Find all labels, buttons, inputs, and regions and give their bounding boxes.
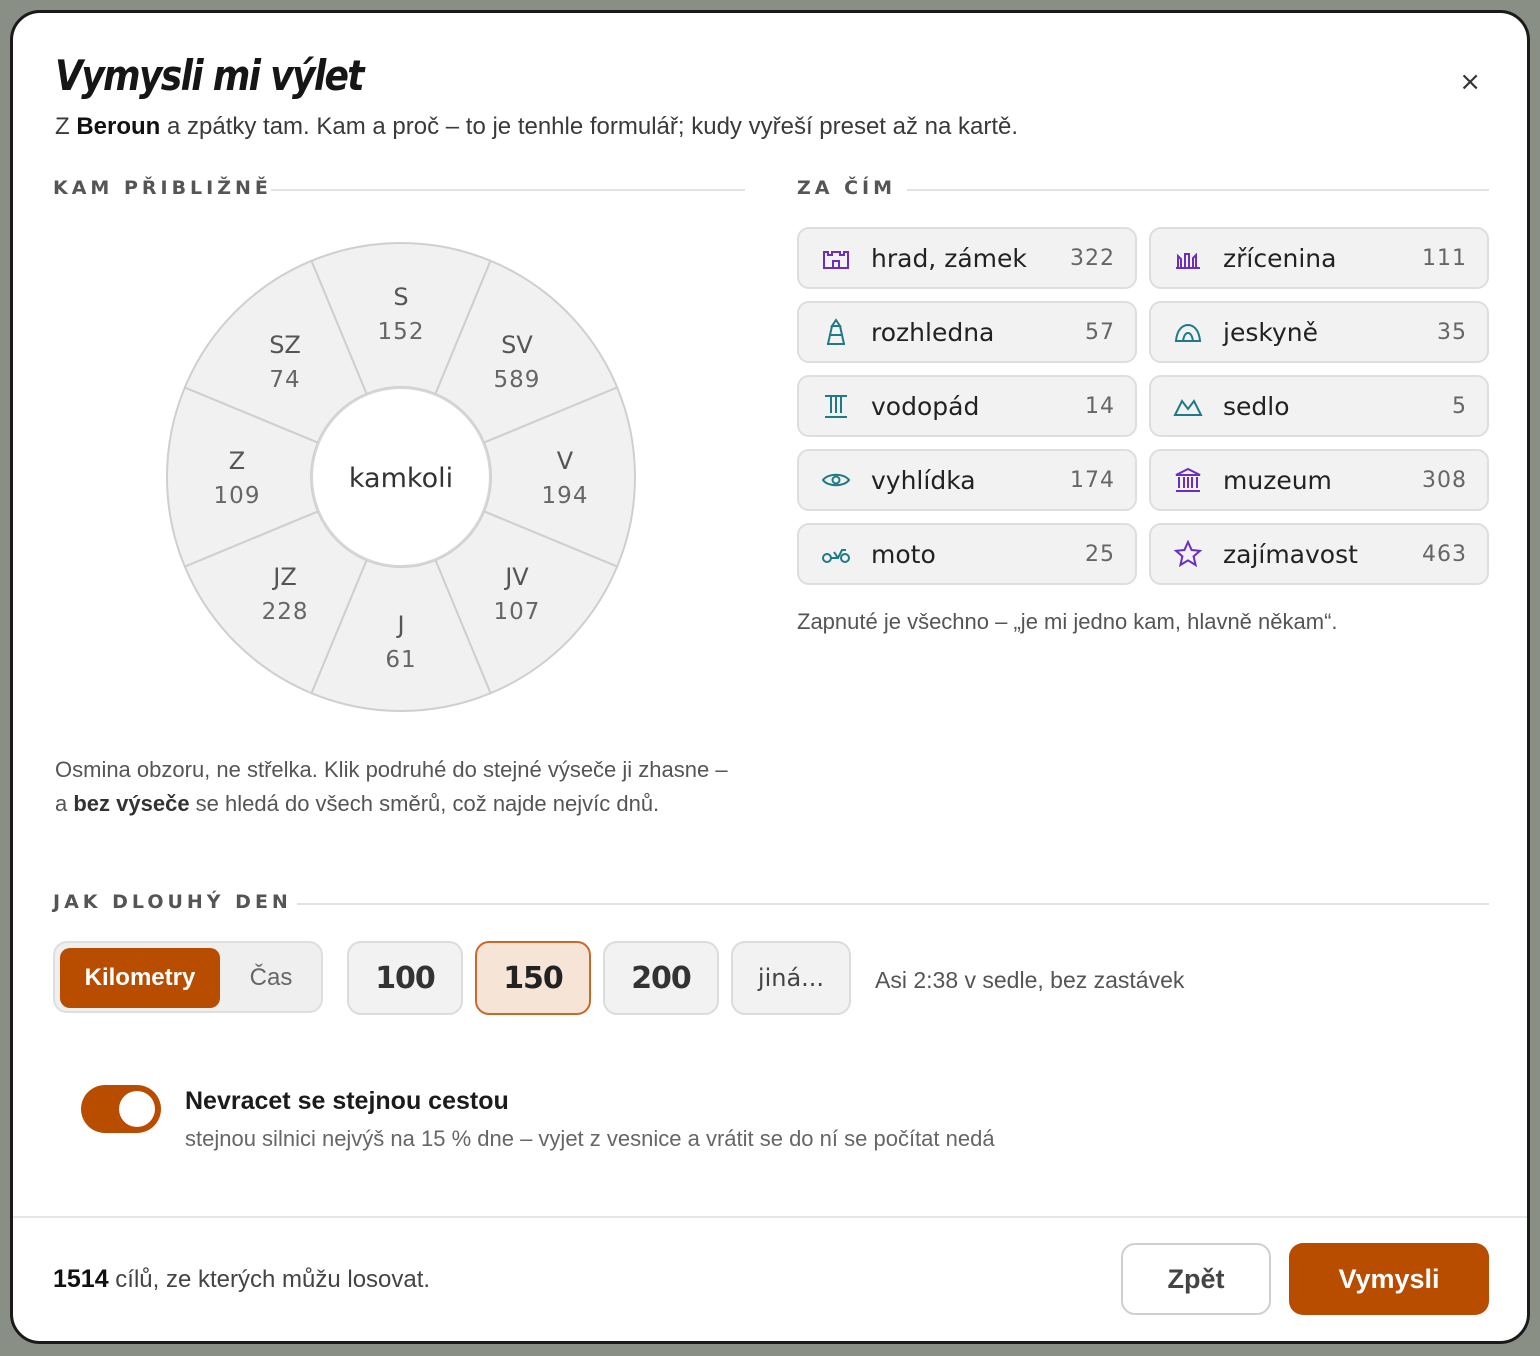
target-count-number: 1514 [53,1265,109,1293]
length-section-divider [297,903,1489,905]
generate-button[interactable]: Vymysli [1289,1243,1489,1315]
direction-sector-count: 152 [378,319,425,345]
star-icon [1173,539,1203,569]
category-castle[interactable]: hrad, zámek 322 [797,227,1137,289]
switch-knob [119,1091,155,1127]
category-waterfall[interactable]: vodopád 14 [797,375,1137,437]
length-mode-toggle: Kilometry Čas [53,941,323,1013]
length-section-label: JAK DLOUHÝ DEN [53,891,292,913]
subtitle-prefix: Z [55,113,77,140]
waterfall-icon [821,391,851,421]
category-ruin[interactable]: zřícenina 111 [1149,227,1489,289]
direction-section-label: KAM PŘIBLIŽNĚ [53,177,272,199]
category-lookout-tower[interactable]: rozhledna 57 [797,301,1137,363]
motorcycle-icon [821,539,851,569]
category-cave[interactable]: jeskyně 35 [1149,301,1489,363]
category-label: rozhledna [871,317,995,347]
close-icon[interactable]: × [1459,67,1481,97]
category-count: 111 [1422,245,1467,271]
direction-hint: Osmina obzoru, ne střelka. Klik podruhé … [55,753,735,821]
category-label: zřícenina [1223,243,1337,273]
mountain-pass-icon [1173,391,1203,421]
hint-part2: se hledá do všech směrů, což najde nejví… [189,791,660,816]
direction-sector-label: J [395,611,404,639]
subtitle-place: Beroun [76,113,161,140]
direction-sector-label: SZ [269,331,301,359]
category-label: moto [871,539,936,569]
direction-sector-count: 74 [269,367,300,393]
category-label: zajímavost [1223,539,1358,569]
direction-sector-count: 61 [385,647,416,673]
mode-kilometers-button[interactable]: Kilometry [60,948,220,1008]
subtitle-rest: a zpátky tam. Kam a proč – to je tenhle … [160,113,1019,140]
direction-wheel-svg: S 152 SV 589 V 194 JV 107 J 61 JZ 228 Z 109 SZ 74 kamkol… [166,242,636,712]
category-count: 14 [1085,393,1115,419]
eye-icon [821,465,851,495]
direction-sector-count: 589 [494,367,541,393]
category-label: jeskyně [1223,317,1318,347]
category-count: 25 [1085,541,1115,567]
category-note: Zapnuté je všechno – „je mi jedno kam, h… [797,609,1338,634]
category-count: 322 [1070,245,1115,271]
category-label: vyhlídka [871,465,976,495]
lookout-tower-icon [821,317,851,347]
direction-sector-label: S [393,283,408,311]
direction-sector-count: 194 [542,483,589,509]
category-section-divider [907,189,1489,191]
dialog-title: Vymysli mi výlet [55,51,365,100]
direction-sector-label: V [557,447,574,475]
category-label: muzeum [1223,465,1332,495]
mode-time-button[interactable]: Čas [223,948,319,1008]
category-count: 463 [1422,541,1467,567]
direction-sector-count: 228 [262,599,309,625]
direction-sector-count: 107 [494,599,541,625]
hint-bold: bez výseče [73,791,190,816]
direction-sector-label: Z [229,447,245,475]
length-option-200[interactable]: 200 [603,941,719,1015]
direction-wheel: S 152 SV 589 V 194 JV 107 J 61 JZ 228 Z 109 SZ 74 kamkol… [165,241,637,713]
category-museum[interactable]: muzeum 308 [1149,449,1489,511]
back-button[interactable]: Zpět [1121,1243,1271,1315]
museum-icon [1173,465,1203,495]
category-section-label: ZA ČÍM [797,177,897,199]
dialog-subtitle: Z Beroun a zpátky tam. Kam a proč – to j… [55,113,1018,141]
no-return-description: stejnou silnici nejvýš na 15 % dne – vyj… [185,1126,995,1151]
category-mountain-pass[interactable]: sedlo 5 [1149,375,1489,437]
category-label: sedlo [1223,391,1290,421]
category-label: vodopád [871,391,980,421]
length-estimate: Asi 2:38 v sedle, bez zastávek [875,967,1185,993]
category-count: 57 [1085,319,1115,345]
category-moto[interactable]: moto 25 [797,523,1137,585]
length-option-other[interactable]: jiná... [731,941,851,1015]
category-count: 5 [1452,393,1467,419]
length-option-150[interactable]: 150 [475,941,591,1015]
no-return-title: Nevracet se stejnou cestou [185,1087,509,1115]
direction-sector-label: SV [501,331,533,359]
target-count-text: cílů, ze kterých můžu losovat. [108,1266,431,1293]
footer-divider [13,1216,1527,1218]
category-label: hrad, zámek [871,243,1027,273]
direction-center-label: kamkoli [349,463,453,494]
ruin-icon [1173,243,1203,273]
trip-dialog: Vymysli mi výlet × Z Beroun a zpátky tam… [10,10,1530,1344]
no-return-switch[interactable] [81,1085,161,1133]
category-count: 308 [1422,467,1467,493]
castle-icon [821,243,851,273]
cave-icon [1173,317,1203,347]
direction-sector-label: JV [503,563,529,591]
category-count: 35 [1437,319,1467,345]
direction-section-divider [271,189,745,191]
category-attraction[interactable]: zajímavost 463 [1149,523,1489,585]
length-option-100[interactable]: 100 [347,941,463,1015]
footer-target-count: 1514 cílů, ze kterých můžu losovat. [53,1265,430,1294]
direction-sector-label: JZ [271,563,297,591]
direction-sector-count: 109 [214,483,261,509]
category-count: 174 [1070,467,1115,493]
category-viewpoint[interactable]: vyhlídka 174 [797,449,1137,511]
